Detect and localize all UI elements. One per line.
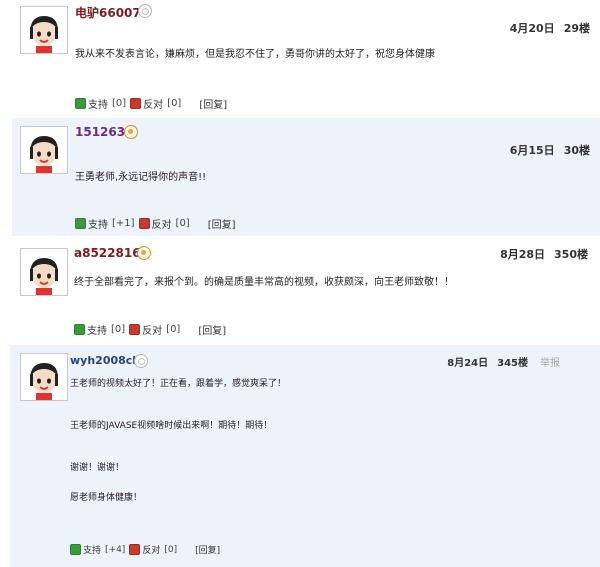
oppose-button[interactable]: 反对 (152, 216, 172, 231)
post-date: 6月15日 (509, 144, 555, 157)
support-count: [+1] (112, 218, 135, 229)
avatar-icon (30, 136, 58, 173)
avatar[interactable] (20, 6, 68, 54)
support-button[interactable]: 支持 (88, 216, 108, 231)
comment-line: 谢谢！谢谢！ (70, 463, 125, 473)
avatar-icon (30, 258, 58, 295)
comment-line: 愿老师身体健康！ (70, 493, 143, 503)
post-meta: 4月20日 29楼 (510, 20, 590, 36)
reply-button[interactable]: [回复] (208, 216, 236, 231)
comment-item: wyh2008cb 8月24日 345楼 举报 王老师的视频太好了！正在看，跟着学，… (10, 345, 600, 567)
support-button[interactable]: 支持 (83, 543, 101, 556)
floor-number: 345楼 (497, 358, 528, 369)
reply-button[interactable]: [回复] (195, 543, 220, 556)
thumbs-down-icon[interactable] (130, 98, 142, 109)
post-meta: 8月24日 345楼 举报 (447, 354, 560, 369)
comment-content: 终于全部看完了，来报个到。的确是质量丰常高的视频，收获颇深，向王老师致敬！！ (74, 273, 454, 288)
comment-content: 王老师的视频太好了！正在看，跟着学，感觉爽呆了！ 王老师的JAVASE视频啥时候… (70, 378, 286, 504)
comment-actions: 支持 [+4] 反对 [0] [回复] (70, 543, 220, 556)
oppose-button[interactable]: 反对 (143, 96, 163, 111)
reply-button[interactable]: [回复] (199, 96, 227, 111)
thumbs-up-icon[interactable] (75, 98, 86, 109)
support-button[interactable]: 支持 (88, 96, 108, 111)
avatar-icon (30, 16, 58, 53)
comment-content: 王勇老师,永远记得你的声音!! (75, 168, 206, 183)
post-date: 4月20日 (509, 22, 555, 35)
oppose-button[interactable]: 反对 (142, 322, 162, 337)
thumbs-down-icon[interactable] (138, 218, 150, 229)
support-count: [+4] (105, 544, 126, 555)
thumbs-up-icon[interactable] (74, 324, 85, 335)
username[interactable]: 电驴66007 (75, 4, 141, 21)
post-date: 8月28日 (500, 248, 546, 261)
comment-item: 电驴66007 4月20日 29楼 我从来不发表言论，嫌麻烦，但是我忍不住了，勇哥… (0, 0, 600, 116)
support-count: [0] (111, 324, 126, 335)
level-badge-icon (137, 246, 151, 260)
floor-number: 29楼 (563, 22, 590, 35)
avatar[interactable] (20, 248, 68, 296)
support-button[interactable]: 支持 (87, 322, 107, 337)
comment-line: 王老师的JAVASE视频啥时候出来啊！期待！期待！ (70, 421, 273, 431)
oppose-count: [0] (175, 218, 190, 229)
level-badge-icon (138, 4, 152, 18)
oppose-button[interactable]: 反对 (142, 543, 160, 556)
level-badge-icon (124, 125, 138, 139)
thumbs-down-icon[interactable] (129, 324, 141, 335)
oppose-count: [0] (164, 544, 178, 555)
comment-item: a8522816 8月28日 350楼 终于全部看完了，来报个到。的确是质量丰常高… (0, 240, 600, 340)
avatar[interactable] (20, 126, 68, 174)
username[interactable]: 151263 (75, 125, 125, 139)
comment-page: { "comments": [ { "username": "电驴66007",… (0, 0, 600, 567)
post-meta: 8月28日 350楼 (500, 246, 588, 262)
comment-line: 终于全部看完了，来报个到。的确是质量丰常高的视频，收获颇深，向王老师致敬！！ (74, 277, 454, 288)
avatar-icon (30, 363, 58, 400)
comment-content: 我从来不发表言论，嫌麻烦，但是我忍不住了，勇哥你讲的太好了，祝您身体健康 (75, 45, 435, 60)
oppose-count: [0] (167, 98, 182, 109)
thumbs-up-icon[interactable] (75, 218, 86, 229)
reply-button[interactable]: [回复] (198, 322, 226, 337)
floor-number: 30楼 (563, 144, 590, 157)
comment-actions: 支持 [0] 反对 [0] [回复] (74, 322, 226, 337)
thumbs-down-icon[interactable] (129, 544, 141, 555)
level-badge-icon (134, 354, 148, 368)
post-date: 8月24日 (447, 358, 489, 369)
floor-number: 350楼 (554, 248, 588, 261)
thumbs-up-icon[interactable] (70, 544, 81, 555)
comment-item: 151263 6月15日 30楼 王勇老师,永远记得你的声音!! 支持 [+1] … (12, 118, 600, 236)
comment-line: 我从来不发表言论，嫌麻烦，但是我忍不住了，勇哥你讲的太好了，祝您身体健康 (75, 49, 435, 60)
comment-actions: 支持 [+1] 反对 [0] [回复] (75, 216, 236, 231)
comment-line: 王勇老师,永远记得你的声音!! (75, 172, 207, 183)
username[interactable]: wyh2008cb (70, 354, 140, 367)
oppose-count: [0] (166, 324, 181, 335)
username[interactable]: a8522816 (74, 246, 141, 260)
post-meta: 6月15日 30楼 (510, 142, 590, 158)
support-count: [0] (112, 98, 127, 109)
comment-line: 王老师的视频太好了！正在看，跟着学，感觉爽呆了！ (70, 379, 287, 389)
comment-actions: 支持 [0] 反对 [0] [回复] (75, 96, 227, 111)
avatar[interactable] (20, 353, 68, 401)
report-link[interactable]: 举报 (540, 358, 560, 369)
